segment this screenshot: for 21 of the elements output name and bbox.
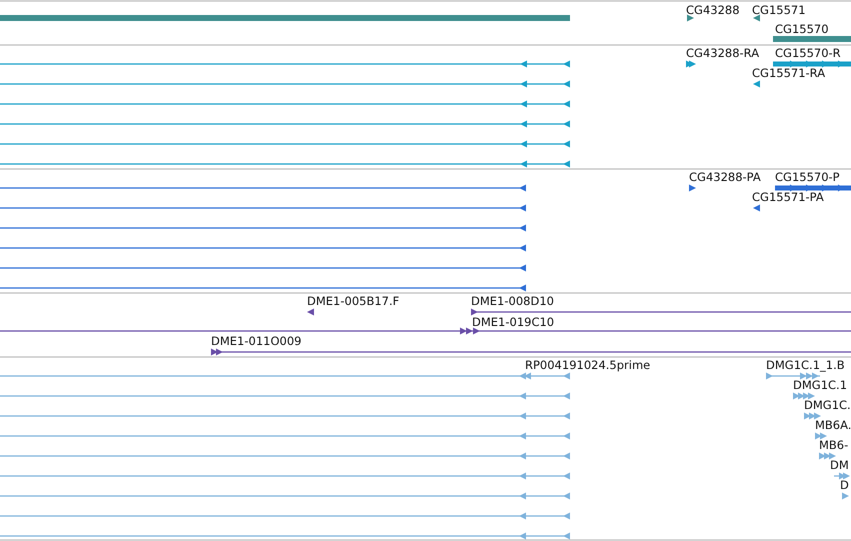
feature-label[interactable]: CG15570-P: [775, 170, 840, 184]
feature-label[interactable]: DMG1C.1_1.B: [766, 358, 845, 372]
feature-label[interactable]: CG43288: [686, 3, 740, 17]
feature-label[interactable]: MB6A.: [815, 418, 851, 432]
feature-label[interactable]: CG15570: [775, 22, 829, 36]
feature-label[interactable]: CG15571-PA: [752, 190, 824, 204]
feature-label[interactable]: CG15571-RA: [752, 66, 826, 80]
feature-label[interactable]: D: [840, 478, 849, 492]
feature-label[interactable]: MB6-: [819, 438, 848, 452]
feature-label[interactable]: DME1-011O009: [211, 334, 302, 348]
feature-label[interactable]: RP004191024.5prime: [525, 358, 650, 372]
feature-label[interactable]: CG43288-RA: [686, 46, 760, 60]
feature-label[interactable]: DMG1C.: [804, 398, 851, 412]
feature-label[interactable]: DME1-008D10: [471, 294, 554, 308]
feature-label[interactable]: DMG1C.1: [793, 378, 848, 392]
feature-label[interactable]: DME1-019C10: [472, 315, 554, 329]
feature-label[interactable]: CG15570-R: [775, 46, 841, 60]
feature-label[interactable]: CG43288-PA: [689, 170, 761, 184]
feature-label[interactable]: CG15571: [752, 3, 806, 17]
feature-label[interactable]: DME1-005B17.F: [307, 294, 400, 308]
feature-label[interactable]: DM: [830, 458, 849, 472]
